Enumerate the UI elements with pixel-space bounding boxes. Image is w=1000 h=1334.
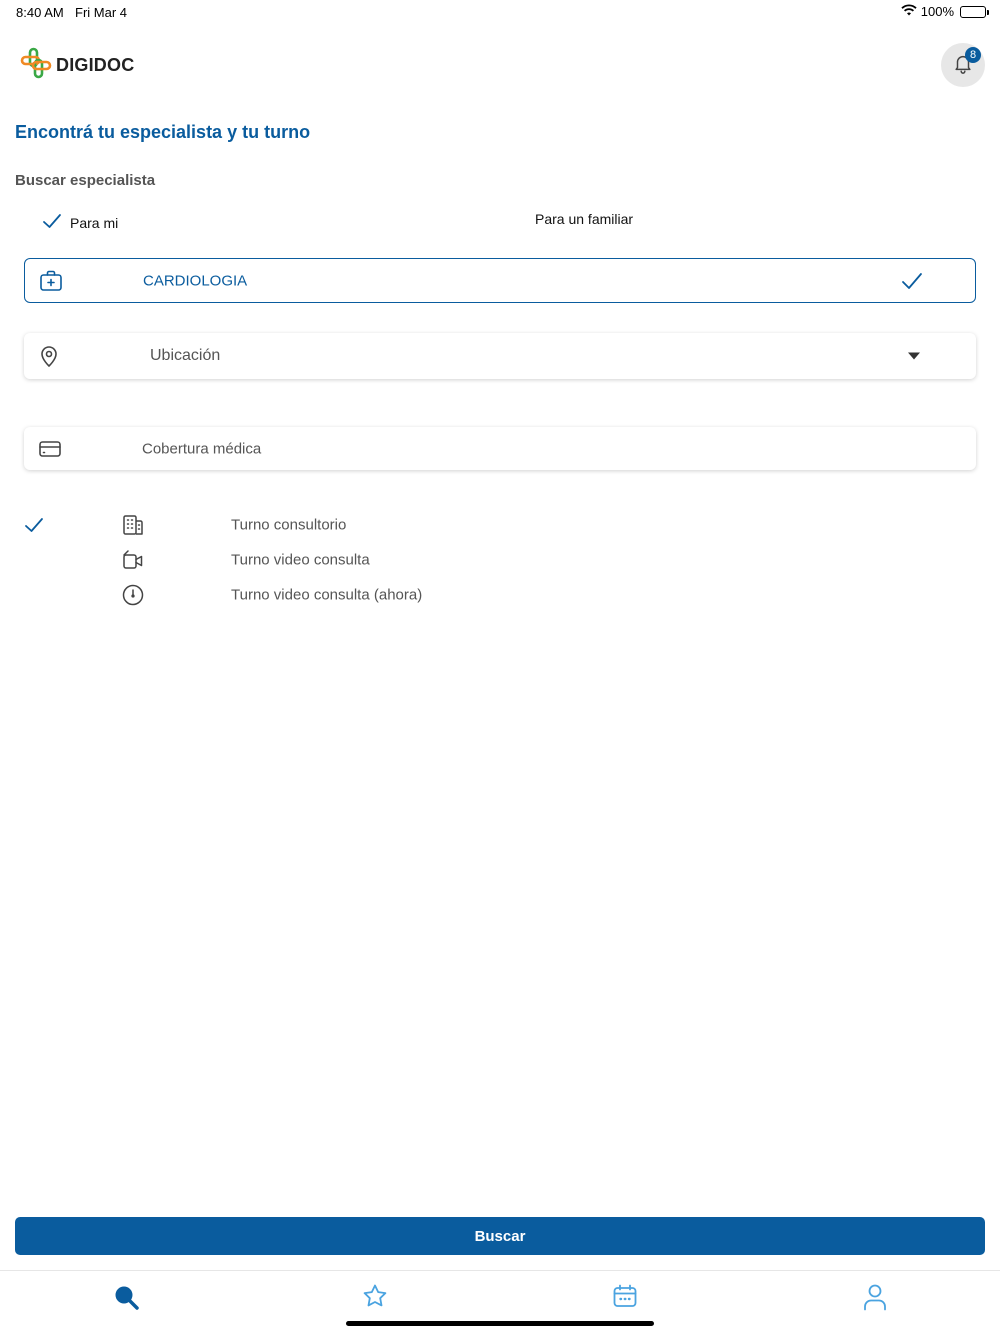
credit-card-icon xyxy=(38,439,62,459)
logo-text: DIGIDOC xyxy=(56,55,135,75)
tab-calendar[interactable] xyxy=(612,1283,638,1314)
star-icon xyxy=(362,1283,388,1314)
checkmark-icon xyxy=(24,515,44,535)
battery-percent: 100% xyxy=(920,4,954,19)
notifications-button[interactable]: 8 xyxy=(941,43,985,87)
video-camera-icon xyxy=(121,548,145,572)
checkmark-icon xyxy=(901,271,923,291)
building-icon xyxy=(121,513,145,537)
location-pin-icon xyxy=(38,344,60,368)
coverage-placeholder: Cobertura médica xyxy=(142,440,262,457)
calendar-icon xyxy=(612,1283,638,1314)
search-section-label: Buscar especialista xyxy=(15,172,156,189)
tab-profile[interactable] xyxy=(862,1283,888,1316)
tab-search[interactable] xyxy=(112,1283,140,1316)
appointment-type-label: Turno video consulta xyxy=(231,551,370,569)
appointment-type-video-now[interactable]: Turno video consulta (ahora) xyxy=(0,580,1000,610)
medical-case-icon xyxy=(39,270,63,292)
option-para-mi-label: Para mi xyxy=(70,214,119,231)
appointment-type-consultorio[interactable]: Turno consultorio xyxy=(0,510,1000,540)
option-para-un-familiar[interactable]: Para un familiar xyxy=(535,211,633,227)
wifi-icon xyxy=(901,4,917,19)
location-select[interactable]: Ubicación xyxy=(24,333,976,379)
search-button[interactable]: Buscar xyxy=(15,1217,985,1255)
checkmark-icon xyxy=(42,211,62,234)
status-date: Fri Mar 4 xyxy=(75,5,127,20)
notification-badge: 8 xyxy=(965,47,981,63)
page-title: Encontrá tu especialista y tu turno xyxy=(15,122,311,142)
appointment-type-video[interactable]: Turno video consulta xyxy=(0,545,1000,575)
chevron-down-icon xyxy=(908,352,920,360)
status-time: 8:40 AM xyxy=(16,5,64,20)
home-indicator xyxy=(346,1321,654,1326)
appointment-type-label: Turno consultorio xyxy=(231,516,347,534)
digidoc-logo-icon xyxy=(20,47,52,84)
search-icon xyxy=(112,1283,140,1316)
specialty-value: CARDIOLOGIA xyxy=(143,272,248,289)
appointment-type-label: Turno video consulta (ahora) xyxy=(231,586,423,604)
clock-icon xyxy=(121,583,145,607)
app-logo: DIGIDOC xyxy=(20,47,134,84)
specialty-field[interactable]: CARDIOLOGIA xyxy=(24,258,976,303)
location-placeholder: Ubicación xyxy=(150,347,221,364)
user-icon xyxy=(862,1283,888,1316)
status-bar: 8:40 AM Fri Mar 4 100% xyxy=(0,0,1000,24)
option-para-mi[interactable]: Para mi xyxy=(42,211,118,234)
status-indicators: 100% xyxy=(901,4,989,19)
tab-favorites[interactable] xyxy=(362,1283,388,1314)
coverage-field[interactable]: Cobertura médica xyxy=(24,427,976,470)
battery-icon xyxy=(960,5,989,18)
